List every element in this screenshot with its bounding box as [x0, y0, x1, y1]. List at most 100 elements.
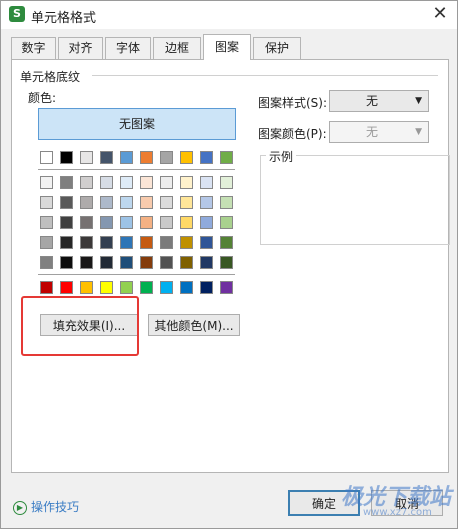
tint-color-swatch[interactable] [140, 176, 153, 189]
theme-color-swatch[interactable] [140, 151, 153, 164]
tab-pattern[interactable]: 图案 [203, 34, 251, 60]
standard-color-swatch[interactable] [60, 281, 73, 294]
standard-color-swatch[interactable] [220, 281, 233, 294]
group-divider [92, 75, 438, 76]
format-cells-dialog: S 单元格格式 ✕ 数字 对齐 字体 边框 图案 保护 单元格底纹 颜色: 无图… [0, 0, 458, 529]
tint-color-swatch[interactable] [60, 256, 73, 269]
tint-color-swatch[interactable] [120, 256, 133, 269]
theme-color-swatch[interactable] [120, 151, 133, 164]
theme-color-swatch[interactable] [100, 151, 113, 164]
theme-color-swatch[interactable] [220, 151, 233, 164]
tint-color-swatch[interactable] [160, 236, 173, 249]
tint-color-swatch[interactable] [220, 176, 233, 189]
pattern-color-label: 图案颜色(P): [258, 127, 327, 141]
palette-separator [38, 274, 235, 275]
standard-color-swatch[interactable] [100, 281, 113, 294]
chevron-down-icon: ▼ [415, 127, 422, 137]
tint-color-swatch[interactable] [200, 256, 213, 269]
app-icon: S [9, 6, 25, 22]
tint-color-swatch[interactable] [160, 176, 173, 189]
tint-color-swatch[interactable] [140, 256, 153, 269]
tint-color-swatch[interactable] [140, 236, 153, 249]
tab-number[interactable]: 数字 [11, 37, 56, 59]
close-icon[interactable]: ✕ [429, 3, 451, 25]
tint-color-swatch[interactable] [140, 196, 153, 209]
tint-color-swatch[interactable] [40, 176, 53, 189]
pattern-style-label: 图案样式(S): [258, 96, 328, 110]
tint-color-swatch[interactable] [80, 216, 93, 229]
theme-color-swatch[interactable] [160, 151, 173, 164]
tint-color-swatch[interactable] [180, 196, 193, 209]
tab-font[interactable]: 字体 [105, 37, 151, 59]
pattern-style-select[interactable]: 无 ▼ [329, 90, 429, 112]
help-label: 操作技巧 [31, 500, 80, 514]
tint-color-swatch[interactable] [160, 196, 173, 209]
tint-color-swatch[interactable] [200, 236, 213, 249]
watermark: 极光下载站 www.xz7.com [301, 479, 451, 523]
tint-color-swatch[interactable] [80, 236, 93, 249]
tint-color-swatch[interactable] [120, 176, 133, 189]
standard-color-swatch[interactable] [80, 281, 93, 294]
tint-color-swatch[interactable] [220, 216, 233, 229]
tint-color-swatch[interactable] [60, 176, 73, 189]
standard-color-swatch[interactable] [120, 281, 133, 294]
tint-color-swatch[interactable] [80, 196, 93, 209]
theme-color-swatch[interactable] [80, 151, 93, 164]
tint-color-swatch[interactable] [100, 196, 113, 209]
play-icon: ▶ [13, 500, 27, 515]
tint-color-swatch[interactable] [180, 176, 193, 189]
tint-color-swatch[interactable] [140, 216, 153, 229]
tab-border[interactable]: 边框 [153, 37, 201, 59]
standard-color-swatch[interactable] [160, 281, 173, 294]
tab-protection[interactable]: 保护 [253, 37, 301, 59]
tint-color-swatch[interactable] [120, 216, 133, 229]
sample-label: 示例 [266, 148, 297, 165]
sample-preview [260, 155, 450, 245]
tint-color-swatch[interactable] [80, 176, 93, 189]
title-bar: S 单元格格式 ✕ [1, 1, 457, 29]
tint-color-swatch[interactable] [100, 256, 113, 269]
more-colors-button[interactable]: 其他颜色(M)... [148, 314, 240, 336]
shading-group-title: 单元格底纹 [20, 68, 85, 85]
tint-color-swatch[interactable] [200, 196, 213, 209]
tint-color-swatch[interactable] [180, 236, 193, 249]
theme-color-swatch[interactable] [40, 151, 53, 164]
tint-color-swatch[interactable] [120, 236, 133, 249]
tint-color-swatch[interactable] [100, 176, 113, 189]
tint-color-swatch[interactable] [180, 256, 193, 269]
tint-color-swatch[interactable] [40, 236, 53, 249]
tint-color-swatch[interactable] [80, 256, 93, 269]
tint-color-swatch[interactable] [40, 216, 53, 229]
tint-color-swatch[interactable] [40, 256, 53, 269]
tint-color-swatch[interactable] [160, 256, 173, 269]
tab-alignment[interactable]: 对齐 [58, 37, 103, 59]
theme-color-swatch[interactable] [180, 151, 193, 164]
tint-color-swatch[interactable] [220, 196, 233, 209]
help-link[interactable]: ▶ 操作技巧 [13, 498, 79, 515]
pattern-color-select[interactable]: 无 ▼ [329, 121, 429, 143]
theme-color-swatch[interactable] [200, 151, 213, 164]
highlight-box [21, 296, 139, 356]
tint-color-swatch[interactable] [40, 196, 53, 209]
dialog-title: 单元格格式 [31, 11, 97, 26]
standard-color-swatch[interactable] [180, 281, 193, 294]
tint-color-swatch[interactable] [220, 256, 233, 269]
tint-color-swatch[interactable] [100, 216, 113, 229]
tint-color-swatch[interactable] [60, 196, 73, 209]
no-pattern-button[interactable]: 无图案 [38, 108, 236, 140]
watermark-url: www.xz7.com [363, 507, 432, 518]
tint-color-swatch[interactable] [100, 236, 113, 249]
standard-color-swatch[interactable] [40, 281, 53, 294]
tint-color-swatch[interactable] [220, 236, 233, 249]
tint-color-swatch[interactable] [120, 196, 133, 209]
tint-color-swatch[interactable] [180, 216, 193, 229]
tint-color-swatch[interactable] [60, 216, 73, 229]
tint-color-swatch[interactable] [160, 216, 173, 229]
tint-color-swatch[interactable] [200, 176, 213, 189]
color-label: 颜色: [28, 91, 57, 105]
standard-color-swatch[interactable] [200, 281, 213, 294]
tint-color-swatch[interactable] [200, 216, 213, 229]
standard-color-swatch[interactable] [140, 281, 153, 294]
theme-color-swatch[interactable] [60, 151, 73, 164]
tint-color-swatch[interactable] [60, 236, 73, 249]
